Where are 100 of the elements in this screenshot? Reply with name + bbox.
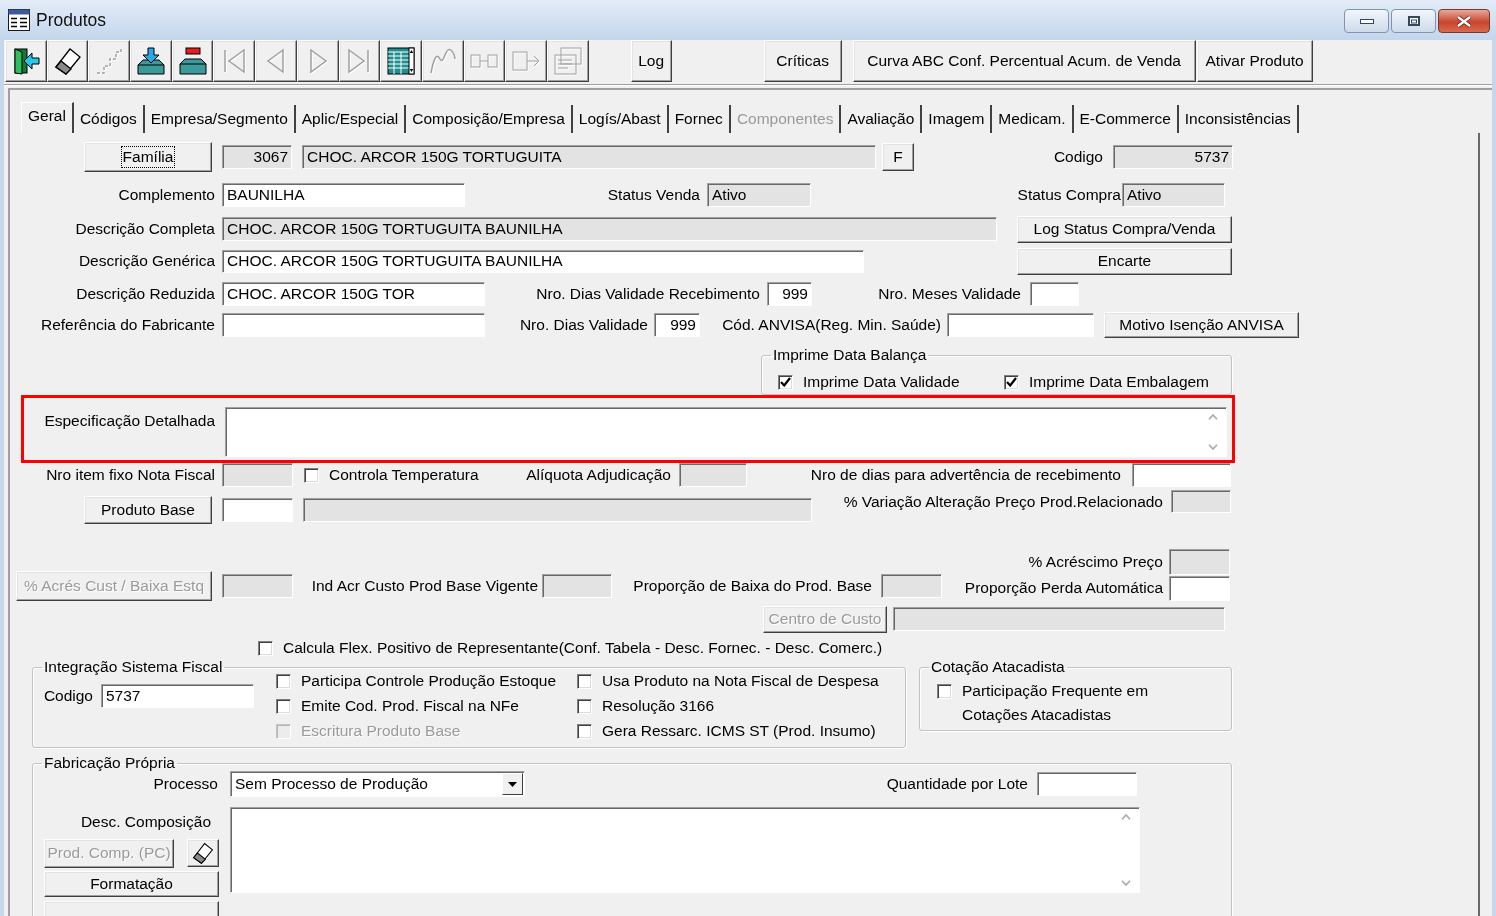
checkbox-label: Emite Cod. Prod. Fiscal na NFe bbox=[301, 697, 519, 716]
eraser-icon bbox=[192, 842, 214, 864]
checkbox-label: Gera Ressarc. ICMS ST (Prod. Insumo) bbox=[602, 722, 876, 741]
check-icon bbox=[780, 377, 791, 388]
maximize-button[interactable] bbox=[1391, 9, 1436, 33]
toolbar-button[interactable]: Curva ABC Conf. Percentual Acum. de Venda bbox=[852, 40, 1196, 82]
toolbar-button[interactable] bbox=[46, 40, 89, 82]
text-field[interactable]: CHOC. ARCOR 150G TORTUGUITA BAUNILHA bbox=[222, 250, 864, 273]
text-field[interactable]: 999 bbox=[767, 282, 812, 306]
eraser-icon bbox=[53, 47, 82, 75]
field-label: Referência do Fabricante bbox=[40, 315, 215, 335]
checkbox[interactable] bbox=[577, 724, 592, 739]
checkbox[interactable] bbox=[276, 674, 291, 689]
field-label: Ind Acr Custo Prod Base Vigente bbox=[311, 576, 538, 596]
checkbox-label: Participação Frequente em Cotações Atacadistas bbox=[962, 681, 1150, 725]
text-field[interactable]: CHOC. ARCOR 150G TOR bbox=[222, 282, 485, 306]
text-field[interactable] bbox=[1030, 282, 1079, 306]
field-label: Complemento bbox=[118, 185, 215, 205]
text-field[interactable]: BAUNILHA bbox=[222, 183, 465, 207]
log-status-button[interactable]: Log Status Compra/Venda bbox=[1017, 215, 1232, 243]
text-field[interactable]: 3067 bbox=[222, 145, 292, 169]
text-field[interactable] bbox=[881, 574, 942, 598]
tab[interactable]: Composição/Empresa bbox=[406, 105, 573, 133]
text-field[interactable] bbox=[222, 313, 485, 337]
field-label: Quantidade por Lote bbox=[886, 774, 1028, 794]
text-field[interactable]: Ativo bbox=[1122, 183, 1225, 207]
checkbox[interactable] bbox=[304, 467, 319, 483]
tab[interactable]: Geral bbox=[21, 102, 74, 133]
checkbox-label: Resolução 3166 bbox=[602, 697, 715, 716]
text-field[interactable]: 5737 bbox=[1113, 145, 1233, 169]
checkbox[interactable] bbox=[1004, 374, 1019, 390]
field-label: Descrição Completa bbox=[75, 219, 215, 239]
maximize-icon bbox=[1407, 16, 1420, 26]
text-field[interactable]: CHOC. ARCOR 150G TORTUGUITA bbox=[302, 145, 876, 169]
text-field[interactable] bbox=[222, 463, 293, 487]
scroll-up-icon bbox=[1121, 814, 1131, 820]
toolbar-button[interactable] bbox=[380, 40, 422, 82]
field-label: Descrição Genérica bbox=[78, 252, 215, 271]
tray-download-icon bbox=[136, 47, 165, 75]
table-grid-icon bbox=[387, 47, 416, 75]
dropdown[interactable]: Sem Processo de Produção bbox=[230, 771, 525, 797]
text-field[interactable] bbox=[1169, 575, 1230, 601]
toolbar-button[interactable]: Ativar Produto bbox=[1196, 40, 1313, 82]
base-product-button[interactable]: Produto Base bbox=[84, 496, 212, 524]
encarte-button[interactable]: Encarte bbox=[1017, 248, 1232, 275]
family-button[interactable]: Família bbox=[84, 142, 212, 172]
text-field[interactable]: 5737 bbox=[101, 684, 254, 708]
text-field[interactable] bbox=[1037, 772, 1137, 796]
checkbox-label: Participa Controle Produção Estoque bbox=[301, 672, 557, 691]
minimize-button[interactable] bbox=[1344, 9, 1389, 33]
tab[interactable]: Medicam. bbox=[992, 105, 1074, 133]
toolbar-button[interactable] bbox=[171, 40, 214, 82]
text-field[interactable] bbox=[542, 574, 612, 598]
text-field[interactable] bbox=[947, 313, 1094, 337]
toolbar-button[interactable]: Críticas bbox=[763, 40, 842, 82]
text-field[interactable]: CHOC. ARCOR 150G TORTUGUITA BAUNILHA bbox=[222, 217, 997, 241]
close-icon bbox=[1456, 14, 1472, 28]
checkbox[interactable] bbox=[577, 699, 592, 714]
eraser-button[interactable] bbox=[187, 839, 219, 867]
lookup-button[interactable]: F bbox=[882, 143, 914, 171]
tab[interactable]: Inconsistências bbox=[1178, 105, 1299, 133]
checkbox-label: Imprime Data Embalagem bbox=[1029, 373, 1210, 392]
tab[interactable]: Aplic/Especial bbox=[295, 105, 407, 133]
text-field[interactable]: 999 bbox=[654, 313, 700, 337]
tab[interactable]: Imagem bbox=[922, 105, 993, 133]
text-field[interactable] bbox=[1169, 549, 1230, 575]
checkbox-label: Imprime Data Validade bbox=[803, 373, 960, 392]
field-label: Nro. Dias Validade Recebimento bbox=[536, 284, 760, 304]
tab[interactable]: Avaliação bbox=[841, 105, 923, 133]
tab[interactable]: Empresa/Segmento bbox=[144, 105, 296, 133]
text-field[interactable] bbox=[679, 463, 747, 487]
toolbar-button[interactable] bbox=[5, 40, 47, 82]
checkbox[interactable] bbox=[577, 674, 592, 689]
close-button[interactable] bbox=[1438, 9, 1490, 33]
field-label: % Variação Alteração Preço Prod.Relacionado bbox=[843, 492, 1163, 512]
toolbar-button[interactable] bbox=[130, 40, 172, 82]
field-label: Status Venda bbox=[607, 185, 700, 205]
text-field[interactable] bbox=[1132, 463, 1231, 487]
field-label: Alíquota Adjudicação bbox=[526, 465, 671, 485]
checkbox[interactable] bbox=[258, 640, 273, 656]
window-title: Produtos bbox=[36, 9, 107, 31]
field-label: Cód. ANVISA(Reg. Min. Saúde) bbox=[722, 315, 941, 335]
action-button[interactable]: Formatação bbox=[44, 871, 219, 897]
text-area[interactable] bbox=[230, 807, 1140, 893]
checkbox[interactable] bbox=[276, 699, 291, 714]
tab[interactable]: E-Commerce bbox=[1073, 105, 1179, 133]
checkbox[interactable] bbox=[778, 374, 793, 390]
field-label: Codigo bbox=[43, 686, 93, 706]
text-field[interactable] bbox=[1171, 490, 1231, 513]
tab[interactable]: Fornec bbox=[668, 105, 731, 133]
text-area[interactable] bbox=[225, 407, 1227, 457]
tab[interactable]: Códigos bbox=[73, 105, 145, 133]
text-field[interactable] bbox=[303, 498, 812, 522]
text-field[interactable] bbox=[222, 498, 293, 522]
tab[interactable]: Logís/Abast bbox=[572, 105, 669, 133]
toolbar-button[interactable]: Log bbox=[630, 40, 672, 82]
anvisa-button[interactable]: Motivo Isenção ANVISA bbox=[1104, 312, 1299, 338]
text-field[interactable]: Ativo bbox=[707, 183, 811, 207]
checkbox[interactable] bbox=[937, 684, 952, 699]
checkbox-label: Usa Produto na Nota Fiscal de Despesa bbox=[602, 672, 879, 691]
